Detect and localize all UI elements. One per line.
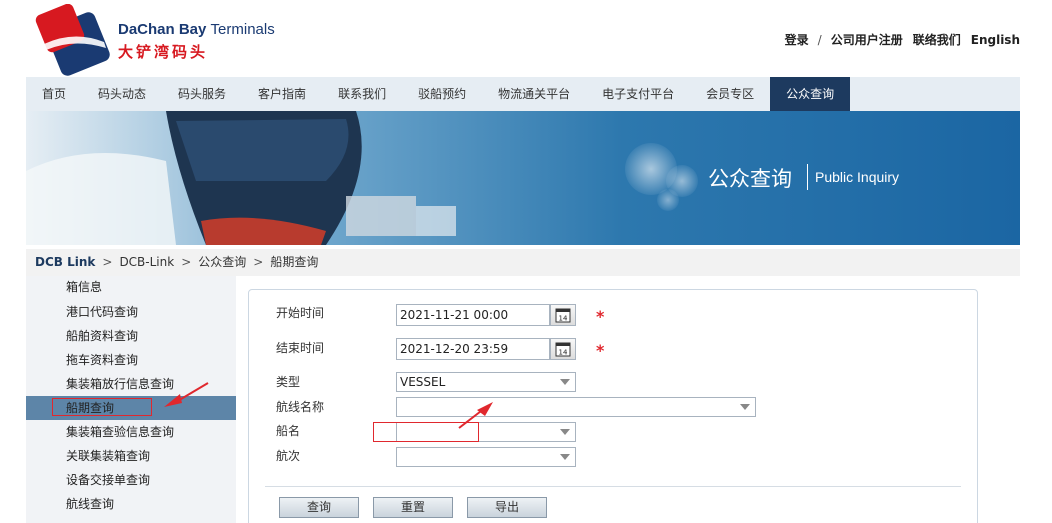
voyage-label: 航次 bbox=[276, 449, 301, 463]
annotation-arrow-icon bbox=[164, 382, 209, 407]
nav-item-terminal-news[interactable]: 码头动态 bbox=[82, 77, 162, 111]
chevron-down-icon bbox=[560, 379, 570, 385]
annotation-highlight-box bbox=[52, 398, 152, 416]
start-calendar-button[interactable]: 14 bbox=[550, 304, 576, 326]
nav-item-e-payment[interactable]: 电子支付平台 bbox=[586, 77, 690, 111]
end-calendar-button[interactable]: 14 bbox=[550, 338, 576, 360]
breadcrumb-item-dcb-link-sub[interactable]: DCB-Link bbox=[119, 255, 174, 269]
query-form-panel: 开始时间 2021-11-21 00:00 14 * 结束时间 2021-12-… bbox=[248, 289, 978, 523]
top-links: 登录 / 公司用户注册 联络我们 English bbox=[785, 31, 1020, 48]
calendar-day-label: 14 bbox=[559, 349, 568, 357]
breadcrumb-item-public-inquiry[interactable]: 公众查询 bbox=[198, 255, 246, 269]
brand-name-en-light: Terminals bbox=[210, 21, 275, 38]
breadcrumb-separator: > bbox=[181, 255, 192, 269]
english-link[interactable]: English bbox=[971, 33, 1020, 47]
contact-link[interactable]: 联络我们 bbox=[913, 31, 961, 48]
main-nav: 首页 码头动态 码头服务 客户指南 联系我们 驳船预约 物流通关平台 电子支付平… bbox=[26, 77, 1020, 111]
brand-name-en: DaChan Bay Terminals bbox=[118, 21, 275, 38]
vessel-name-label: 船名 bbox=[276, 424, 301, 438]
start-time-label: 开始时间 bbox=[276, 306, 325, 320]
top-links-separator: / bbox=[817, 32, 822, 47]
sidebar-item-port-code[interactable]: 港口代码查询 bbox=[26, 300, 236, 324]
dachan-bay-logo[interactable] bbox=[34, 3, 114, 76]
nav-item-barge-booking[interactable]: 驳船预约 bbox=[402, 77, 482, 111]
brand-name-cn: 大铲湾码头 bbox=[118, 43, 209, 61]
page-banner: 公众查询 Public Inquiry bbox=[26, 111, 1020, 245]
end-time-input[interactable]: 2021-12-20 23:59 bbox=[396, 338, 550, 360]
sidebar-item-truck-info[interactable]: 拖车资料查询 bbox=[26, 348, 236, 372]
nav-item-logistics-platform[interactable]: 物流通关平台 bbox=[482, 77, 586, 111]
calendar-icon: 14 bbox=[555, 342, 571, 357]
annotation-arrow-icon bbox=[458, 402, 493, 429]
route-name-select[interactable] bbox=[396, 397, 756, 417]
login-link[interactable]: 登录 bbox=[785, 31, 809, 48]
nav-item-home[interactable]: 首页 bbox=[26, 77, 82, 111]
calendar-icon: 14 bbox=[555, 308, 571, 323]
page: DaChan Bay Terminals 大铲湾码头 登录 / 公司用户注册 联… bbox=[0, 0, 1052, 523]
company-register-link[interactable]: 公司用户注册 bbox=[831, 31, 903, 48]
export-button[interactable]: 导出 bbox=[467, 497, 547, 518]
nav-item-contact-us[interactable]: 联系我们 bbox=[322, 77, 402, 111]
breadcrumb-separator: > bbox=[102, 255, 113, 269]
sidebar-item-container-info[interactable]: 箱信息 bbox=[26, 275, 236, 299]
brand-name-en-bold: DaChan Bay bbox=[118, 21, 207, 38]
breadcrumb-item-dcb-link[interactable]: DCB Link bbox=[35, 255, 95, 269]
start-time-input[interactable]: 2021-11-21 00:00 bbox=[396, 304, 550, 326]
sidebar-item-related-containers[interactable]: 关联集装箱查询 bbox=[26, 444, 236, 468]
sidebar-item-container-inspection[interactable]: 集装箱查验信息查询 bbox=[26, 420, 236, 444]
chevron-down-icon bbox=[740, 404, 750, 410]
query-button[interactable]: 查询 bbox=[279, 497, 359, 518]
voyage-select[interactable] bbox=[396, 447, 576, 467]
nav-item-member-zone[interactable]: 会员专区 bbox=[690, 77, 770, 111]
type-select-value: VESSEL bbox=[400, 375, 446, 389]
chevron-down-icon bbox=[560, 454, 570, 460]
nav-item-public-inquiry[interactable]: 公众查询 bbox=[770, 77, 851, 111]
sidebar-item-vessel-info[interactable]: 船舶资料查询 bbox=[26, 324, 236, 348]
required-mark: * bbox=[596, 341, 605, 360]
reset-button[interactable]: 重置 bbox=[373, 497, 453, 518]
type-select[interactable]: VESSEL bbox=[396, 372, 576, 392]
sidebar-item-route-inquiry[interactable]: 航线查询 bbox=[26, 492, 236, 516]
banner-divider bbox=[807, 164, 808, 190]
breadcrumb-item-schedule-inquiry: 船期查询 bbox=[270, 255, 319, 269]
banner-subtitle: Public Inquiry bbox=[815, 169, 900, 185]
sidebar-item-equipment-interchange[interactable]: 设备交接单查询 bbox=[26, 468, 236, 492]
breadcrumb: DCB Link > DCB-Link > 公众查询 > 船期查询 bbox=[26, 249, 1020, 276]
required-mark: * bbox=[596, 307, 605, 326]
type-label: 类型 bbox=[276, 375, 301, 389]
banner-title: 公众查询 bbox=[708, 167, 792, 191]
nav-item-customer-guide[interactable]: 客户指南 bbox=[242, 77, 322, 111]
end-time-label: 结束时间 bbox=[276, 341, 325, 355]
calendar-day-label: 14 bbox=[559, 315, 568, 323]
route-name-label: 航线名称 bbox=[276, 400, 325, 414]
chevron-down-icon bbox=[560, 429, 570, 435]
form-divider bbox=[265, 486, 961, 487]
breadcrumb-separator: > bbox=[253, 255, 264, 269]
nav-item-terminal-services[interactable]: 码头服务 bbox=[162, 77, 242, 111]
